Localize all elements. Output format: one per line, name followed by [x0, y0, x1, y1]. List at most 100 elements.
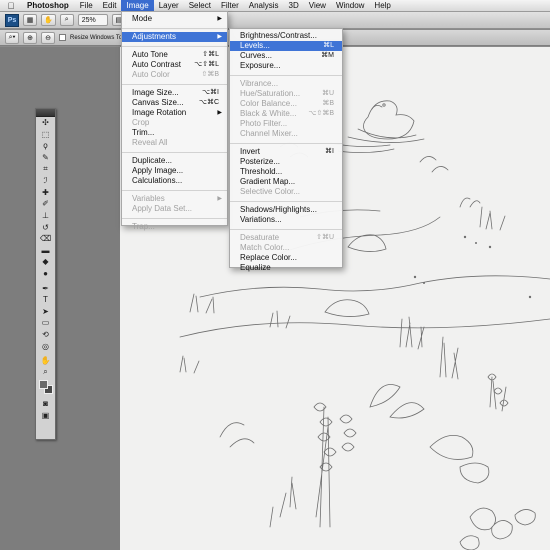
zoom-tool-icon[interactable]: ⌕ [36, 366, 55, 378]
menu-item-exposure[interactable]: Exposure... [230, 61, 342, 71]
menu-separator [230, 74, 342, 76]
menu-item-adjustments[interactable]: Adjustments ▶ [122, 32, 227, 42]
menu-item-levels[interactable]: Levels... ⌘L [230, 41, 342, 51]
zoom-tool-button[interactable]: ⌕ [59, 14, 74, 26]
photoshop-logo-icon[interactable]: Ps [5, 13, 19, 27]
brush-tool-icon[interactable]: ✐ [36, 198, 55, 210]
menu-item-label: Trim... [132, 128, 155, 137]
menu-filter[interactable]: Filter [216, 0, 244, 12]
menu-item-label: Replace Color... [240, 253, 297, 262]
eraser-tool-icon[interactable]: ⌫ [36, 233, 55, 245]
menu-select[interactable]: Select [184, 0, 216, 12]
menu-item-curves[interactable]: Curves... ⌘M [230, 51, 342, 61]
menu-item-shadows-highlights[interactable]: Shadows/Highlights... [230, 205, 342, 215]
menu-view[interactable]: View [304, 0, 331, 12]
menu-item-label: Canvas Size... [132, 98, 184, 107]
menu-item-replace-color[interactable]: Replace Color... [230, 253, 342, 263]
move-tool-icon[interactable]: ✣ [36, 117, 55, 129]
menu-item-calculations[interactable]: Calculations... [122, 176, 227, 186]
menu-item-desaturate: Desaturate ⇧⌘U [230, 233, 342, 243]
menu-item-label: Black & White... [240, 109, 297, 118]
history-brush-tool-icon[interactable]: ↺ [36, 221, 55, 233]
menu-image[interactable]: Image [121, 0, 154, 12]
menu-photoshop[interactable]: Photoshop [22, 0, 75, 12]
workspace-background [0, 47, 120, 550]
menu-item-label: Invert [240, 147, 261, 156]
menu-item-invert[interactable]: Invert ⌘I [230, 147, 342, 157]
menu-item-reveal-all: Reveal All [122, 138, 227, 148]
menu-item-image-size[interactable]: Image Size... ⌥⌘I [122, 88, 227, 98]
menu-item-label: Auto Contrast [132, 60, 181, 69]
menu-window[interactable]: Window [331, 0, 369, 12]
menu-edit[interactable]: Edit [98, 0, 122, 12]
tools-panel-header[interactable] [36, 109, 55, 117]
zoom-in-button[interactable]: ⊕ [23, 31, 37, 44]
menu-item-mode[interactable]: Mode ▶ [122, 14, 227, 24]
eyedropper-tool-icon[interactable]: ℐ [36, 175, 55, 187]
color-swatches [36, 378, 55, 398]
menu-file[interactable]: File [75, 0, 98, 12]
marquee-tool-icon[interactable]: ⬚ [36, 129, 55, 141]
menu-item-shortcut: ⌘M [321, 52, 334, 59]
menu-item-label: Calculations... [132, 176, 183, 185]
menu-item-auto-contrast[interactable]: Auto Contrast ⌥⇧⌘L [122, 60, 227, 70]
screen-mode-icon[interactable]: ▣ [36, 410, 55, 422]
menu-separator [122, 189, 227, 191]
menu-item-apply-data-set: Apply Data Set... [122, 204, 227, 214]
zoom-tool-preset-icon[interactable]: ⌕▾ [5, 31, 19, 44]
3d-rotate-tool-icon[interactable]: ⟲ [36, 329, 55, 341]
hand-tool-icon[interactable]: ✋ [36, 355, 55, 367]
menu-separator [230, 142, 342, 144]
quick-mask-icon[interactable]: ◙ [36, 398, 55, 410]
lasso-tool-icon[interactable]: ϙ [36, 140, 55, 152]
3d-orbit-tool-icon[interactable]: ◎ [36, 340, 55, 352]
menu-item-brightness-contrast[interactable]: Brightness/Contrast... [230, 31, 342, 41]
bridge-button[interactable]: ▦ [23, 14, 37, 26]
path-select-tool-icon[interactable]: ➤ [36, 306, 55, 318]
clone-stamp-tool-icon[interactable]: ⊥ [36, 210, 55, 222]
pen-tool-icon[interactable]: ✒ [36, 282, 55, 294]
quick-select-tool-icon[interactable]: ✎ [36, 152, 55, 164]
hand-tool-button[interactable]: ✋ [41, 14, 56, 26]
menu-item-threshold[interactable]: Threshold... [230, 167, 342, 177]
menu-item-variations[interactable]: Variations... [230, 215, 342, 225]
menu-item-duplicate[interactable]: Duplicate... [122, 156, 227, 166]
menu-item-match-color: Match Color... [230, 243, 342, 253]
dodge-tool-icon[interactable]: ● [36, 268, 55, 280]
menu-item-label: Shadows/Highlights... [240, 205, 317, 214]
menu-item-auto-color: Auto Color ⇧⌘B [122, 70, 227, 80]
tools-panel: ✣ ⬚ ϙ ✎ ⌗ ℐ ✚ ✐ ⊥ ↺ ⌫ ▬ ◆ ● ✒ T ➤ ▭ ⟲ ◎ ✋ ⌕ ◙ ▣ [35, 108, 56, 440]
apple-icon[interactable]:  [0, 1, 22, 11]
foreground-color-swatch[interactable] [39, 380, 48, 390]
menu-item-shortcut: ⌘L [323, 42, 334, 49]
zoom-level-select[interactable]: 25% [77, 14, 108, 26]
type-tool-icon[interactable]: T [36, 294, 55, 306]
gradient-tool-icon[interactable]: ▬ [36, 245, 55, 257]
blur-tool-icon[interactable]: ◆ [36, 256, 55, 268]
menu-item-posterize[interactable]: Posterize... [230, 157, 342, 167]
menu-item-label: Image Rotation [132, 108, 187, 117]
zoom-out-button[interactable]: ⊖ [41, 31, 55, 44]
resize-windows-checkbox[interactable] [59, 34, 66, 41]
menu-item-equalize[interactable]: Equalize [230, 263, 342, 273]
menu-item-color-balance: Color Balance... ⌘B [230, 99, 342, 109]
menu-item-canvas-size[interactable]: Canvas Size... ⌥⌘C [122, 98, 227, 108]
crop-tool-icon[interactable]: ⌗ [36, 163, 55, 175]
menu-3d[interactable]: 3D [284, 0, 304, 12]
menu-item-label: Image Size... [132, 88, 179, 97]
healing-tool-icon[interactable]: ✚ [36, 187, 55, 199]
shape-tool-icon[interactable]: ▭ [36, 317, 55, 329]
menu-layer[interactable]: Layer [154, 0, 184, 12]
menu-analysis[interactable]: Analysis [244, 0, 284, 12]
menu-item-image-rotation[interactable]: Image Rotation ▶ [122, 108, 227, 118]
application-bar: Ps ▦ ✋ ⌕ 25% ▤ [0, 12, 550, 29]
menu-item-apply-image[interactable]: Apply Image... [122, 166, 227, 176]
menu-item-trim[interactable]: Trim... [122, 128, 227, 138]
menu-separator [122, 217, 227, 219]
menu-item-auto-tone[interactable]: Auto Tone ⇧⌘L [122, 50, 227, 60]
menu-item-gradient-map[interactable]: Gradient Map... [230, 177, 342, 187]
menu-help[interactable]: Help [369, 0, 395, 12]
menu-item-label: Apply Image... [132, 166, 184, 175]
menu-item-black-white: Black & White... ⌥⇧⌘B [230, 109, 342, 119]
menu-item-label: Trap... [132, 222, 155, 231]
